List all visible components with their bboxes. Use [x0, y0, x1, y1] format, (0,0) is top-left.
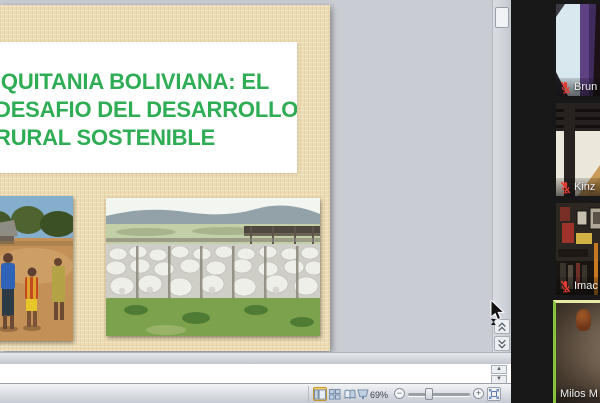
slideshow-view-button[interactable]	[356, 387, 370, 401]
notes-scroll-up-button[interactable]: ▲	[491, 365, 507, 374]
participant-name-bar: Imac	[556, 277, 600, 295]
normal-view-button[interactable]	[313, 387, 327, 401]
screen: IQUITANIA BOLIVIANA: EL DESAFIO DEL DESA…	[0, 0, 600, 403]
participant-tile-active-speaker[interactable]: Milos M	[553, 300, 600, 403]
participant-tile[interactable]: Brun	[556, 4, 600, 96]
next-slide-button[interactable]	[494, 336, 510, 351]
horizontal-scrollbar[interactable]	[0, 352, 511, 363]
participant-name: Kinz	[574, 181, 595, 193]
video-object	[576, 309, 591, 331]
slide-title-line: RURAL SOSTENIBLE	[0, 124, 297, 152]
participant-name-bar: Brun	[556, 78, 600, 96]
slide-sorter-icon	[329, 389, 341, 400]
zoom-slider-thumb[interactable]	[425, 388, 433, 400]
mic-muted-icon	[560, 81, 571, 94]
reading-view-icon	[344, 389, 356, 400]
slideshow-icon	[357, 389, 369, 400]
status-bar: 69% − +	[0, 383, 511, 403]
normal-view-icon	[314, 389, 326, 400]
fit-to-window-icon	[489, 389, 499, 399]
participant-name: Brun	[574, 81, 597, 93]
slide-title-box[interactable]: IQUITANIA BOLIVIANA: EL DESAFIO DEL DESA…	[0, 42, 297, 173]
slide-canvas-area[interactable]: IQUITANIA BOLIVIANA: EL DESAFIO DEL DESA…	[0, 0, 492, 352]
zoom-level-label: 69%	[370, 390, 388, 400]
mic-muted-icon	[560, 181, 571, 194]
zoom-out-button[interactable]: −	[394, 388, 405, 399]
children-photo	[0, 196, 73, 341]
reading-view-button[interactable]	[343, 387, 357, 401]
cattle-photo	[106, 198, 320, 336]
powerpoint-window: IQUITANIA BOLIVIANA: EL DESAFIO DEL DESA…	[0, 0, 511, 403]
slide-title-line: DESAFIO DEL DESARROLLO	[0, 96, 297, 124]
mic-muted-icon	[560, 280, 571, 293]
participant-name: Imac	[574, 280, 598, 292]
participant-name: Milos M	[560, 388, 598, 400]
participant-tile[interactable]: Imac	[556, 203, 600, 295]
slide[interactable]: IQUITANIA BOLIVIANA: EL DESAFIO DEL DESA…	[0, 5, 330, 351]
mouse-cursor	[490, 300, 508, 331]
fit-slide-to-window-button[interactable]	[487, 387, 501, 401]
slide-title-line: IQUITANIA BOLIVIANA: EL	[0, 68, 297, 96]
status-bar-separator	[308, 386, 309, 402]
participant-name-bar: Kinz	[556, 178, 600, 196]
notes-pane[interactable]: ▲ ▼	[0, 363, 511, 383]
zoom-in-button[interactable]: +	[473, 388, 484, 399]
double-chevron-down-icon	[497, 339, 507, 349]
slide-sorter-view-button[interactable]	[328, 387, 342, 401]
participant-tile[interactable]: Kinz	[556, 103, 600, 196]
participant-name-bar: Milos M	[556, 385, 600, 403]
zoom-slider-track[interactable]	[408, 393, 470, 396]
scrollbar-thumb[interactable]	[495, 7, 509, 28]
